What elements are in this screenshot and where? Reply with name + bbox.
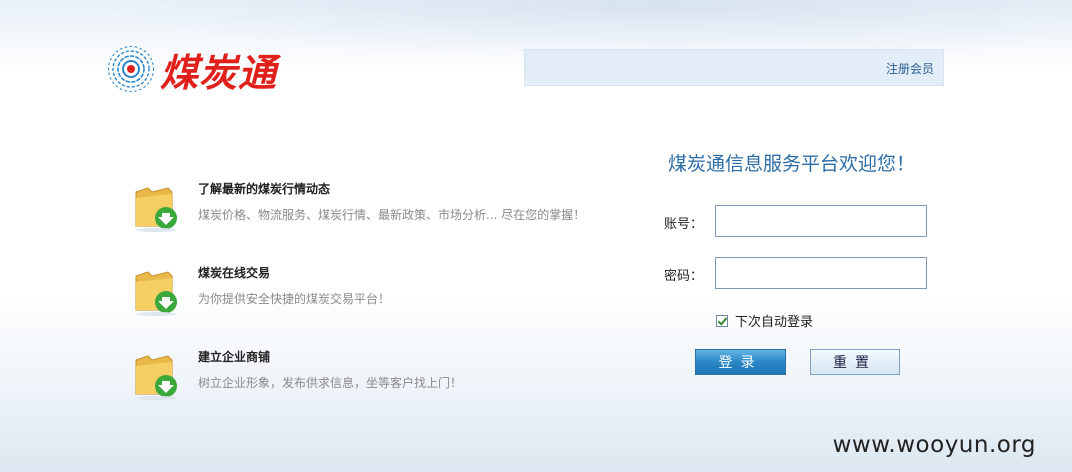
feature-title: 了解最新的煤炭行情动态 [198,182,331,196]
feature-item: 了解最新的煤炭行情动态 煤炭价格、物流服务、煤炭行情、最新政策、市场分析... … [132,180,612,240]
folder-download-icon [132,264,180,316]
remember-label: 下次自动登录 [735,315,814,330]
sunburst-logo-icon [106,44,156,94]
folder-download-icon [132,180,180,232]
account-input[interactable] [715,205,927,237]
feature-title: 建立企业商铺 [198,350,271,364]
site-logo[interactable]: 煤炭通 [106,44,278,95]
remember-checkbox[interactable] [716,314,728,327]
feature-desc: 煤炭价格、物流服务、煤炭行情、最新政策、市场分析... 尽在您的掌握！ [198,208,586,222]
feature-desc: 树立企业形象，发布供求信息，坐等客户找上门！ [198,376,463,390]
feature-title: 煤炭在线交易 [198,266,271,280]
header-bar: 注册会员 [524,49,944,86]
reset-button[interactable]: 重置 [810,349,900,375]
watermark: www.wooyun.org [832,432,1036,458]
feature-desc: 为你提供安全快捷的煤炭交易平台！ [198,292,391,306]
login-button[interactable]: 登录 [695,349,786,375]
feature-item: 煤炭在线交易 为你提供安全快捷的煤炭交易平台！ [132,264,612,324]
account-label: 账号： [664,217,704,232]
register-link[interactable]: 注册会员 [886,60,934,77]
feature-item: 建立企业商铺 树立企业形象，发布供求信息，坐等客户找上门！ [132,348,612,408]
password-label: 密码： [664,269,704,284]
remember-me[interactable]: 下次自动登录 [716,311,813,330]
password-input[interactable] [715,257,927,289]
logo-text: 煤炭通 [160,50,278,95]
welcome-heading: 煤炭通信息服务平台欢迎您！ [668,153,916,175]
folder-download-icon [132,348,180,400]
